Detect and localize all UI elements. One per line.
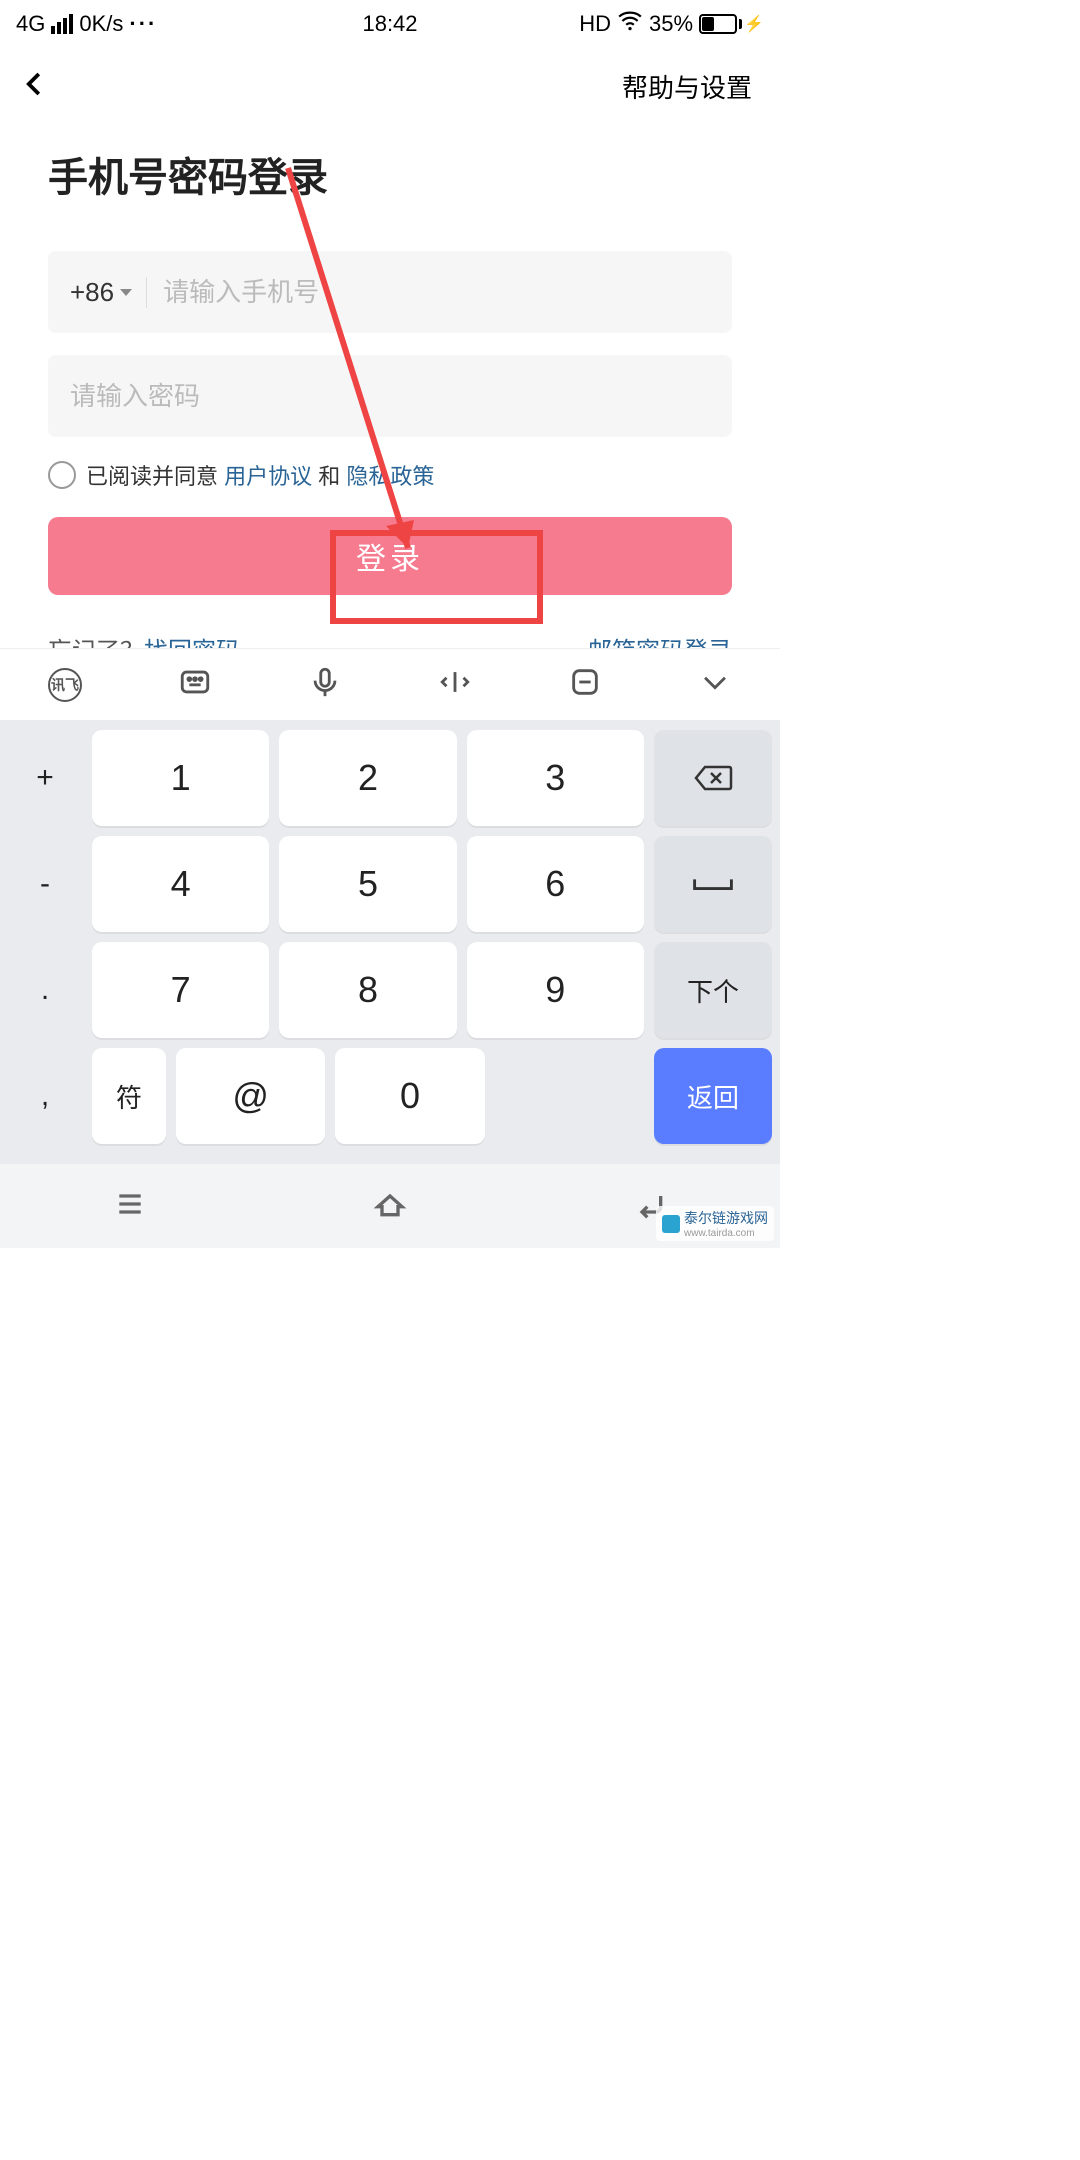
status-bar: 4G 0K/s ··· 18:42 HD 35% ⚡ — [0, 0, 780, 48]
key-next[interactable]: 下个 — [654, 942, 772, 1038]
page-title: 手机号密码登录 — [48, 145, 732, 203]
speed-label: 0K/s — [79, 11, 123, 37]
chevron-down-icon — [120, 289, 132, 296]
key-1[interactable]: 1 — [92, 730, 269, 826]
watermark-logo-icon — [662, 1215, 680, 1233]
keyboard-switch-icon[interactable] — [178, 665, 212, 704]
clipboard-icon[interactable] — [568, 665, 602, 704]
voice-icon[interactable] — [308, 665, 342, 704]
key-5[interactable]: 5 — [279, 836, 456, 932]
nav-menu-icon[interactable] — [110, 1188, 150, 1225]
key-space[interactable] — [654, 836, 772, 932]
watermark-name: 泰尔链游戏网 — [684, 1210, 768, 1226]
privacy-policy-link[interactable]: 隐私政策 — [346, 464, 434, 489]
key-plus[interactable]: + — [8, 730, 82, 826]
keyboard-toolbar: 讯飞 — [0, 648, 780, 720]
nav-home-icon[interactable] — [370, 1188, 410, 1225]
password-input[interactable] — [70, 381, 710, 412]
ime-brand-icon[interactable]: 讯飞 — [48, 668, 82, 702]
key-return[interactable]: 返回 — [654, 1048, 772, 1144]
key-minus[interactable]: - — [8, 836, 82, 932]
battery-pct: 35% — [649, 11, 693, 37]
key-0[interactable]: 0 — [335, 1048, 484, 1144]
clock: 18:42 — [362, 11, 417, 37]
login-form: 手机号密码登录 +86 已阅读并同意 用户协议 和 隐私政策 登录 忘记了？找回… — [0, 125, 780, 666]
app-header: 帮助与设置 — [0, 48, 780, 125]
battery-icon: ⚡ — [699, 14, 764, 34]
watermark-url: www.tairda.com — [684, 1228, 768, 1239]
back-icon[interactable] — [20, 69, 50, 104]
user-agreement-link[interactable]: 用户协议 — [224, 464, 312, 489]
agreement-checkbox[interactable] — [48, 461, 76, 489]
hd-label: HD — [579, 11, 611, 37]
key-6[interactable]: 6 — [467, 836, 644, 932]
wifi-icon — [617, 8, 643, 40]
key-9[interactable]: 9 — [467, 942, 644, 1038]
key-at[interactable]: @ — [176, 1048, 325, 1144]
watermark: 泰尔链游戏网 www.tairda.com — [656, 1206, 774, 1241]
agreement-prefix: 已阅读并同意 — [86, 464, 218, 489]
country-code-selector[interactable]: +86 — [70, 277, 147, 308]
login-button[interactable]: 登录 — [48, 517, 732, 595]
phone-input[interactable] — [163, 277, 710, 308]
key-7[interactable]: 7 — [92, 942, 269, 1038]
key-8[interactable]: 8 — [279, 942, 456, 1038]
network-label: 4G — [16, 11, 45, 37]
agreement-and: 和 — [318, 464, 340, 489]
key-3[interactable]: 3 — [467, 730, 644, 826]
key-backspace[interactable] — [654, 730, 772, 826]
password-input-row — [48, 355, 732, 437]
country-code-label: +86 — [70, 277, 114, 308]
key-symbols[interactable]: 符 — [92, 1048, 166, 1144]
key-dot[interactable]: . — [8, 942, 82, 1038]
collapse-keyboard-icon[interactable] — [698, 665, 732, 704]
help-settings-link[interactable]: 帮助与设置 — [622, 68, 752, 105]
numeric-keyboard: + 1 2 3 - 4 5 6 . 7 8 9 下个 , 符 @ 0 返回 — [0, 720, 780, 1164]
agreement-row: 已阅读并同意 用户协议 和 隐私政策 — [48, 459, 732, 491]
more-dots-icon: ··· — [129, 11, 157, 37]
cursor-move-icon[interactable] — [438, 665, 472, 704]
key-2[interactable]: 2 — [279, 730, 456, 826]
key-blank — [495, 1048, 644, 1144]
phone-input-row: +86 — [48, 251, 732, 333]
key-4[interactable]: 4 — [92, 836, 269, 932]
key-comma[interactable]: , — [8, 1048, 82, 1144]
signal-icon — [51, 14, 73, 34]
